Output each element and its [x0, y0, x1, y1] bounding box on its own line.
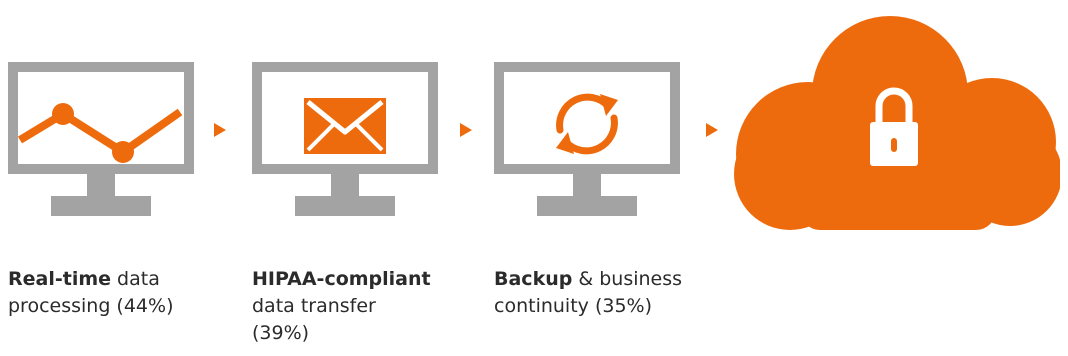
flow-arrow-1 — [214, 123, 226, 137]
cropped-title — [0, 0, 560, 8]
monitor-backup — [494, 62, 680, 240]
caption-hipaa-rest: data transfer (39%) — [252, 295, 376, 344]
monitor-hipaa — [252, 62, 438, 240]
envelope-icon — [252, 62, 438, 216]
sync-arrows-icon — [494, 62, 680, 216]
flow-arrow-2 — [460, 123, 472, 137]
caption-hipaa: HIPAA-compliant data transfer (39%) — [252, 266, 437, 347]
caption-realtime: Real-time data processing (44%) — [8, 266, 193, 320]
caption-backup: Backup & business continuity (35%) — [494, 266, 684, 320]
caption-backup-bold: Backup — [494, 268, 573, 290]
caption-hipaa-bold: HIPAA-compliant — [252, 268, 431, 290]
flow-arrow-3 — [706, 123, 718, 137]
secure-cloud — [730, 14, 1062, 232]
monitor-realtime — [8, 62, 194, 240]
cloud-lock-icon — [734, 16, 1062, 230]
caption-realtime-bold: Real-time — [8, 268, 112, 290]
line-chart-icon — [8, 62, 194, 216]
